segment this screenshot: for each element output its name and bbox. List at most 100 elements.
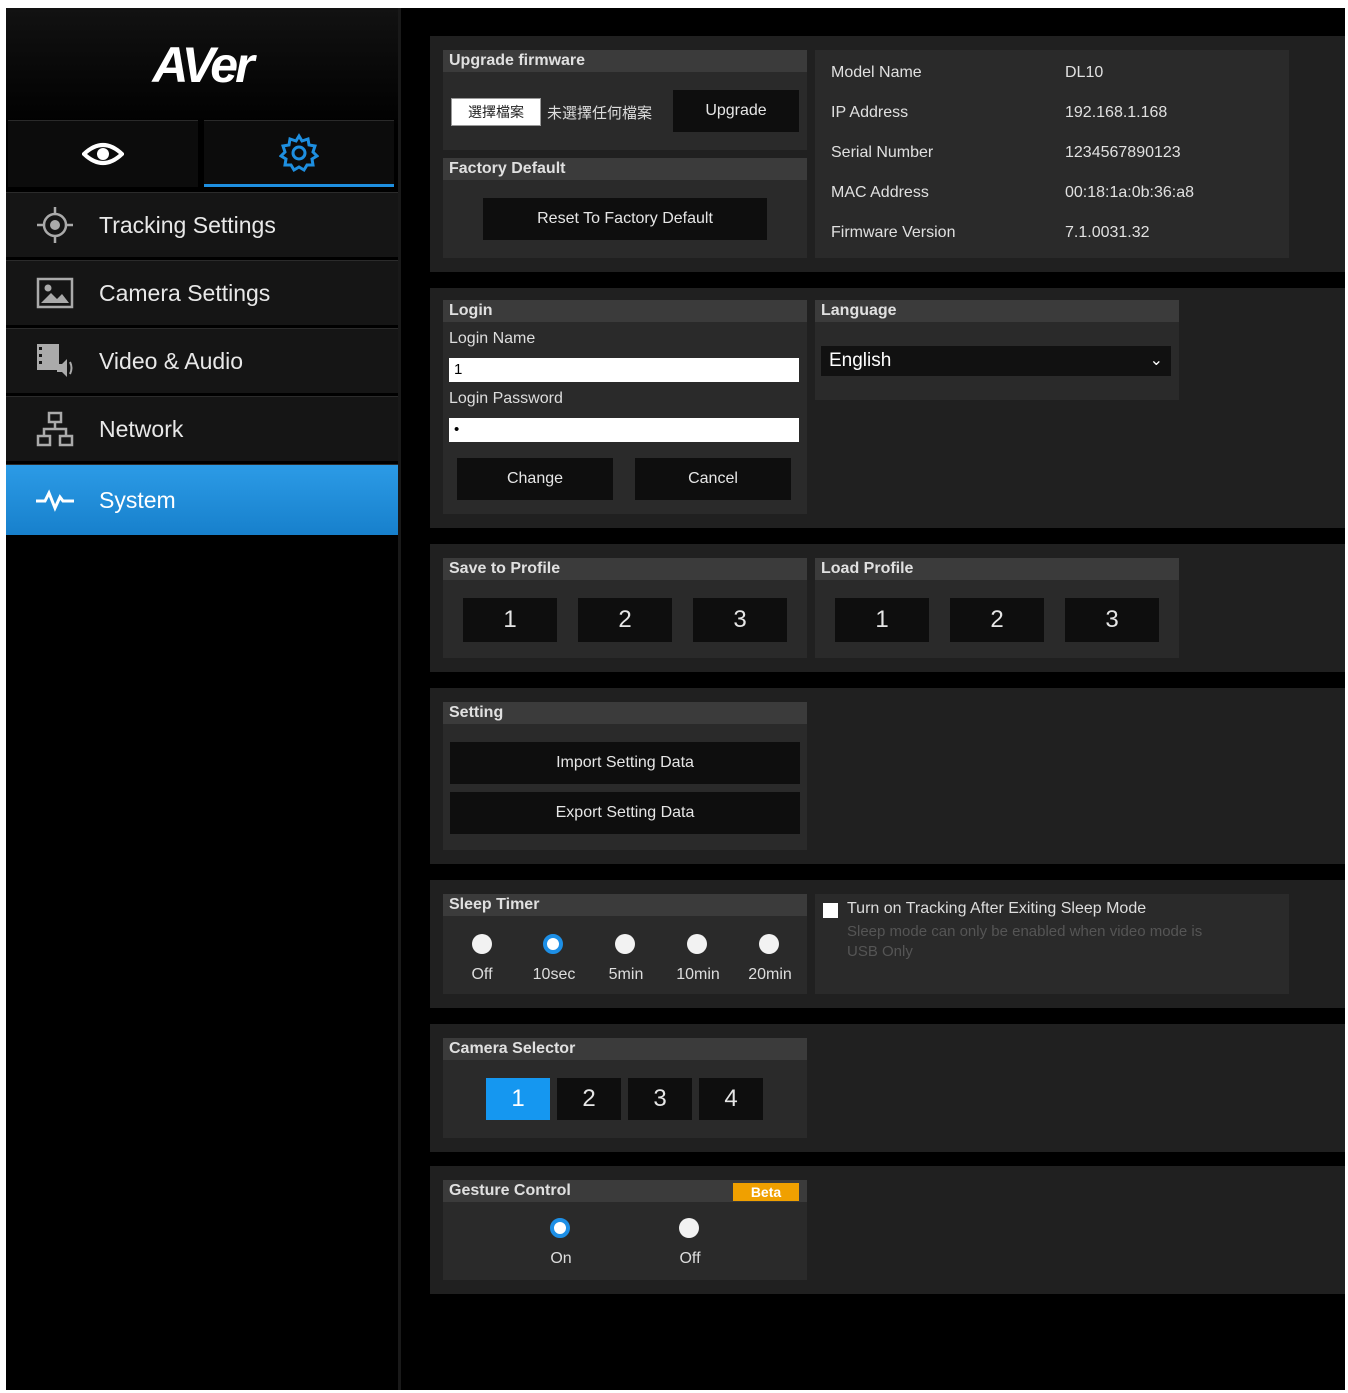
info-label: Serial Number xyxy=(831,144,934,161)
sidebar-divider xyxy=(398,8,401,1390)
camera-1-button[interactable]: 1 xyxy=(486,1078,550,1120)
gesture-on-radio[interactable] xyxy=(550,1218,570,1238)
sleep-timer-panel: Sleep Timer Off 10sec 5min 10min 20min xyxy=(443,894,807,994)
sleep-option-label: 10min xyxy=(676,966,720,983)
info-value: DL10 xyxy=(1065,64,1104,81)
sleep-option-label: 10sec xyxy=(532,966,576,983)
load-profile-panel: Load Profile 1 2 3 xyxy=(815,558,1179,658)
sleep-tracking-panel: Turn on Tracking After Exiting Sleep Mod… xyxy=(815,894,1289,994)
gesture-option-label: Off xyxy=(679,1250,701,1267)
save-profile-1-button[interactable]: 1 xyxy=(463,598,557,642)
gesture-control-panel: Gesture Control Beta On Off xyxy=(443,1180,807,1280)
camera-selector-section: Camera Selector 1 2 3 4 xyxy=(430,1024,1345,1152)
profile-section: Save to Profile 1 2 3 Load Profile 1 2 3 xyxy=(430,544,1345,672)
login-password-input[interactable]: • xyxy=(449,418,799,442)
image-icon xyxy=(35,273,75,313)
mode-tabs xyxy=(8,120,396,188)
factory-default-title: Factory Default xyxy=(443,158,807,180)
choose-file-button[interactable]: 選擇檔案 xyxy=(451,98,541,126)
sleep-note-line: Sleep mode can only be enabled when vide… xyxy=(847,923,1203,940)
sidebar-item-label: Camera Settings xyxy=(99,279,271,306)
sleep-off-radio[interactable] xyxy=(472,934,492,954)
language-select[interactable]: English ⌄ xyxy=(821,346,1171,376)
sidebar-item-label: Video & Audio xyxy=(99,347,244,374)
sidebar-item-camera-settings[interactable]: Camera Settings xyxy=(6,260,398,325)
cancel-button[interactable]: Cancel xyxy=(635,458,791,500)
save-profile-panel: Save to Profile 1 2 3 xyxy=(443,558,807,658)
tracking-after-sleep-label: Turn on Tracking After Exiting Sleep Mod… xyxy=(847,900,1147,917)
sleep-5min-radio[interactable] xyxy=(615,934,635,954)
sidebar-item-video-audio[interactable]: Video & Audio xyxy=(6,328,398,393)
aver-logo: AVer xyxy=(152,37,254,93)
login-title: Login xyxy=(443,300,807,322)
sidebar-item-label: System xyxy=(99,486,176,513)
sidebar-item-system[interactable]: System xyxy=(6,464,398,535)
eye-icon xyxy=(82,143,124,165)
sleep-option-label: Off xyxy=(471,966,493,983)
export-setting-button[interactable]: Export Setting Data xyxy=(450,792,800,834)
camera-2-button[interactable]: 2 xyxy=(557,1078,621,1120)
camera-selector-panel: Camera Selector 1 2 3 4 xyxy=(443,1038,807,1138)
pulse-icon xyxy=(35,480,75,520)
camera-4-button[interactable]: 4 xyxy=(699,1078,763,1120)
info-value: 1234567890123 xyxy=(1065,144,1181,161)
gear-icon xyxy=(279,132,319,172)
load-profile-2-button[interactable]: 2 xyxy=(950,598,1044,642)
sidebar-item-label: Network xyxy=(99,415,184,442)
info-value: 00:18:1a:0b:36:a8 xyxy=(1065,184,1195,201)
sleep-note-line: USB Only xyxy=(847,943,913,960)
gesture-section: Gesture Control Beta On Off xyxy=(430,1166,1345,1294)
change-button[interactable]: Change xyxy=(457,458,613,500)
sleep-option-label: 20min xyxy=(748,966,792,983)
tab-settings[interactable] xyxy=(204,120,394,187)
load-profile-title: Load Profile xyxy=(815,558,1179,580)
device-info-panel: Model Name DL10 IP Address 192.168.1.168… xyxy=(815,50,1289,258)
info-value: 7.1.0031.32 xyxy=(1065,224,1150,241)
sidebar-item-network[interactable]: Network xyxy=(6,396,398,461)
camera-selector-title: Camera Selector xyxy=(443,1038,807,1060)
login-name-label: Login Name xyxy=(449,330,536,347)
factory-default-panel: Factory Default Reset To Factory Default xyxy=(443,158,807,258)
save-profile-title: Save to Profile xyxy=(443,558,807,580)
setting-title: Setting xyxy=(443,702,807,724)
info-label: MAC Address xyxy=(831,184,929,201)
sidebar: AVer Tracking Settings Camera Settings V… xyxy=(6,8,398,1390)
tab-preview[interactable] xyxy=(8,120,198,187)
camera-3-button[interactable]: 3 xyxy=(628,1078,692,1120)
crosshair-icon xyxy=(35,205,75,245)
language-panel: Language English ⌄ xyxy=(815,300,1179,400)
load-profile-3-button[interactable]: 3 xyxy=(1065,598,1159,642)
firmware-section: Upgrade firmware 選擇檔案 未選擇任何檔案 Upgrade Fa… xyxy=(430,36,1345,272)
setting-panel: Setting Import Setting Data Export Setti… xyxy=(443,702,807,850)
info-label: IP Address xyxy=(831,104,909,121)
info-value: 192.168.1.168 xyxy=(1065,104,1168,121)
sleep-timer-title: Sleep Timer xyxy=(443,894,807,916)
sleep-section: Sleep Timer Off 10sec 5min 10min 20min T… xyxy=(430,880,1345,1008)
upgrade-firmware-title: Upgrade firmware xyxy=(443,50,807,72)
save-profile-2-button[interactable]: 2 xyxy=(578,598,672,642)
network-icon xyxy=(35,409,75,449)
upgrade-button[interactable]: Upgrade xyxy=(673,90,799,132)
sleep-10min-radio[interactable] xyxy=(687,934,707,954)
gesture-option-label: On xyxy=(550,1250,572,1267)
reset-factory-default-button[interactable]: Reset To Factory Default xyxy=(483,198,767,240)
sidebar-item-tracking-settings[interactable]: Tracking Settings xyxy=(6,192,398,257)
load-profile-1-button[interactable]: 1 xyxy=(835,598,929,642)
sleep-20min-radio[interactable] xyxy=(759,934,779,954)
login-name-input[interactable]: 1 xyxy=(449,358,799,382)
login-password-label: Login Password xyxy=(449,390,563,407)
sleep-10sec-radio[interactable] xyxy=(543,934,563,954)
video-audio-icon xyxy=(35,341,75,381)
sleep-option-label: 5min xyxy=(608,966,644,983)
chevron-down-icon: ⌄ xyxy=(1149,352,1163,369)
language-selected: English xyxy=(829,350,892,371)
sleep-mode-note: Sleep mode can only be enabled when vide… xyxy=(847,922,1202,962)
import-setting-button[interactable]: Import Setting Data xyxy=(450,742,800,784)
language-title: Language xyxy=(815,300,1179,322)
save-profile-3-button[interactable]: 3 xyxy=(693,598,787,642)
gesture-off-radio[interactable] xyxy=(679,1218,699,1238)
login-section: Login Login Name 1 Login Password • Chan… xyxy=(430,288,1345,528)
sidebar-item-label: Tracking Settings xyxy=(99,211,276,238)
tracking-after-sleep-checkbox[interactable] xyxy=(823,903,838,918)
beta-badge: Beta xyxy=(733,1183,799,1201)
